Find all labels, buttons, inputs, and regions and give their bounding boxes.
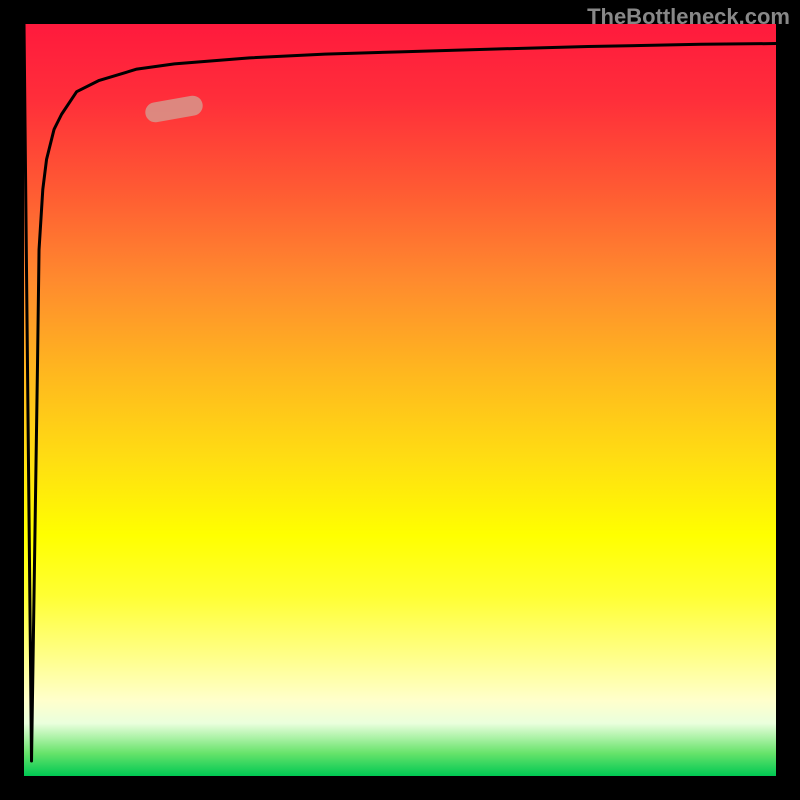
- attribution-text: TheBottleneck.com: [587, 4, 790, 30]
- chart-border-left: [0, 0, 24, 800]
- chart-border-bottom: [0, 776, 800, 800]
- bottleneck-chart: TheBottleneck.com: [0, 0, 800, 800]
- chart-border-right: [776, 0, 800, 800]
- chart-curve: [24, 24, 776, 776]
